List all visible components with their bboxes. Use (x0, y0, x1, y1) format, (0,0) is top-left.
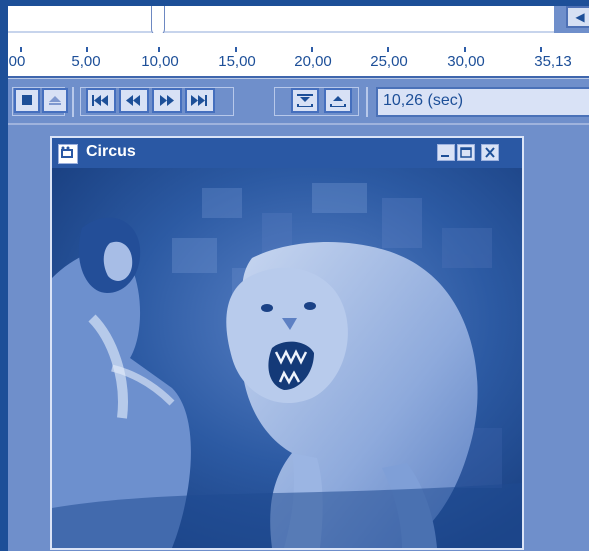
tick-label: 00 (8, 53, 26, 70)
fast-forward-button[interactable] (152, 88, 182, 113)
window-title: Circus (86, 143, 136, 160)
maximize-icon (460, 147, 472, 158)
mark-out-button[interactable] (324, 88, 352, 113)
timeline-slider-thumb[interactable] (151, 6, 165, 36)
tick-label: 20,00 (294, 53, 332, 70)
scroll-left-button[interactable]: ◀ (566, 6, 589, 28)
video-frame (52, 168, 522, 548)
tick-label: 35,13 (534, 53, 572, 70)
tick-mark (387, 47, 389, 52)
tick-label: 10,00 (141, 53, 179, 70)
timeline-track[interactable] (8, 6, 554, 36)
tick-mark (20, 47, 22, 52)
skip-to-start-icon (92, 95, 108, 106)
stop-icon (22, 95, 32, 105)
time-display: 10,26 (sec) (376, 87, 589, 117)
timeline-ruler: 00 5,00 10,00 15,00 20,00 25,00 30,00 35… (8, 33, 589, 78)
tick-label: 15,00 (218, 53, 256, 70)
mark-in-button[interactable] (291, 88, 319, 113)
skip-to-end-icon (191, 95, 207, 106)
toolbar-separator (366, 87, 368, 117)
rewind-button[interactable] (119, 88, 149, 113)
window-titlebar[interactable]: Circus (52, 138, 522, 168)
tick-mark (311, 47, 313, 52)
tick-label: 30,00 (447, 53, 485, 70)
tick-label: 25,00 (370, 53, 408, 70)
tick-mark (158, 47, 160, 52)
tick-mark (235, 47, 237, 52)
tick-label: 5,00 (71, 53, 101, 70)
chevron-left-icon: ◀ (575, 10, 585, 24)
stop-button[interactable] (14, 88, 40, 113)
video-window[interactable]: Circus (50, 136, 524, 550)
lion-tamer-video-image (52, 168, 522, 548)
video-window-icon (58, 144, 78, 164)
toolbar-separator (72, 87, 74, 117)
skip-to-end-button[interactable] (185, 88, 215, 113)
minimize-button[interactable] (437, 144, 455, 161)
rewind-icon (126, 95, 140, 106)
tick-mark (86, 47, 88, 52)
eject-button[interactable] (42, 88, 68, 113)
mark-in-icon (297, 94, 313, 107)
playback-toolbar: 10,26 (sec) (8, 78, 589, 125)
close-button[interactable] (481, 144, 499, 161)
fast-forward-icon (160, 95, 174, 106)
mark-out-icon (330, 96, 346, 107)
maximize-button[interactable] (457, 144, 475, 161)
tick-mark (540, 47, 542, 52)
eject-icon (49, 96, 61, 105)
close-icon (485, 147, 495, 158)
skip-to-start-button[interactable] (86, 88, 116, 113)
minimize-icon (441, 155, 449, 157)
media-player-window: ◀ 00 5,00 10,00 15,00 20,00 25,00 30,00 … (0, 0, 589, 551)
tick-mark (464, 47, 466, 52)
